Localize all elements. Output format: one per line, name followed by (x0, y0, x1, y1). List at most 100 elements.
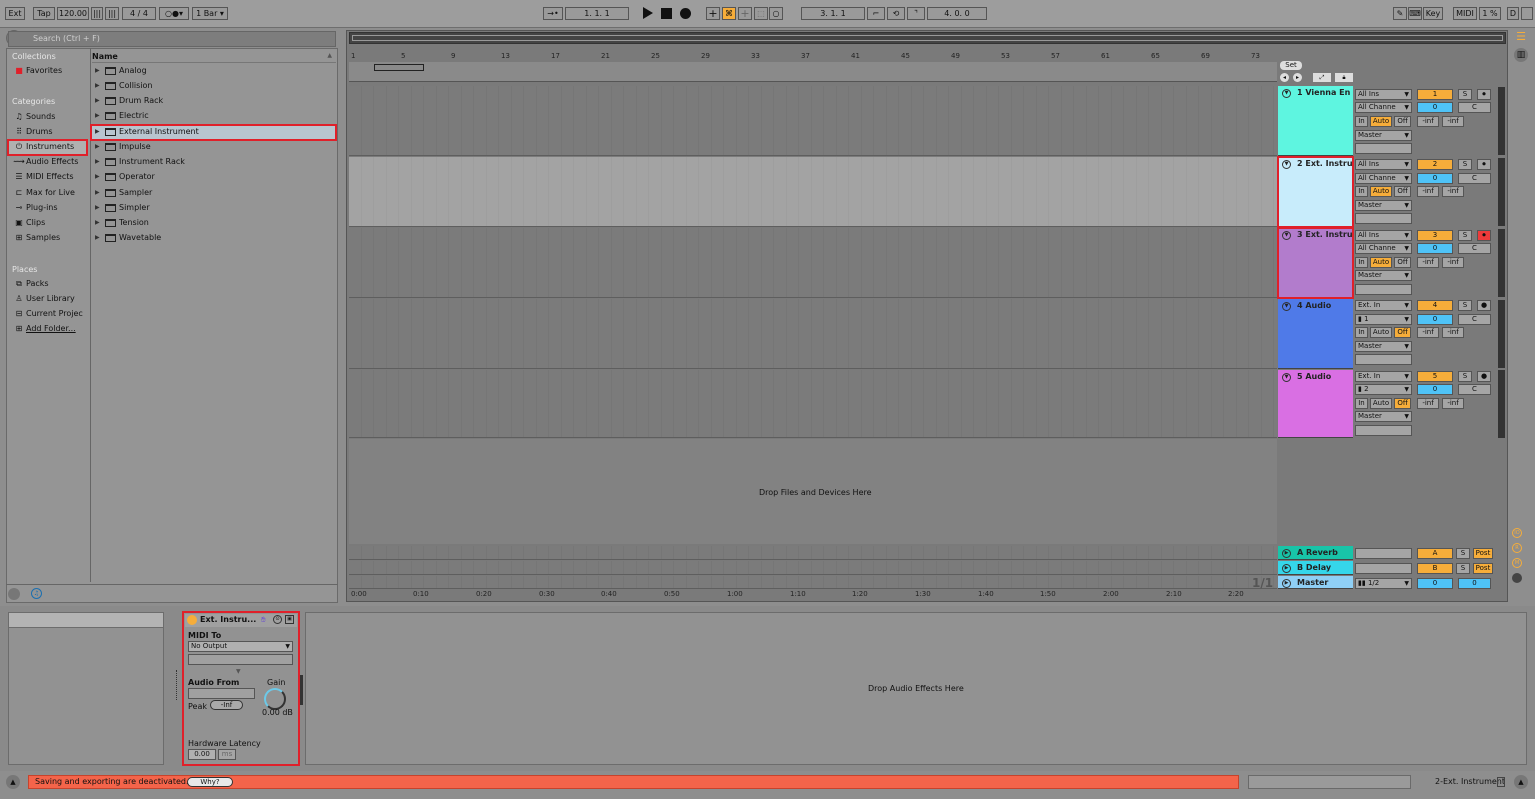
loop-length-field[interactable]: 4. 0. 0 (927, 7, 987, 20)
track-activator-button[interactable]: 2 (1417, 159, 1453, 170)
solo-button[interactable]: S (1458, 159, 1472, 170)
peak-meter-right[interactable]: -inf (1442, 116, 1464, 127)
track-activator-button[interactable]: 3 (1417, 230, 1453, 241)
monitor-in-button[interactable]: In (1355, 116, 1368, 127)
nudge-up-button[interactable]: ||| (105, 7, 119, 20)
monitor-auto-button[interactable]: Auto (1370, 116, 1392, 127)
audio-from-menu[interactable] (188, 688, 255, 699)
io-toggle-icon[interactable]: IO (1512, 528, 1522, 538)
input-type-menu[interactable]: Ext. In (1355, 371, 1412, 382)
sidebar-item-midi-effects[interactable]: ☰ MIDI Effects (8, 170, 88, 184)
monitor-auto-button[interactable]: Auto (1370, 398, 1392, 409)
capture-midi-button[interactable]: ⬚ (754, 7, 768, 20)
record-button[interactable] (680, 8, 691, 19)
arm-button[interactable]: ⏺ (1477, 89, 1491, 100)
pan-field[interactable]: C (1458, 384, 1491, 395)
monitor-auto-button[interactable]: Auto (1370, 327, 1392, 338)
metronome-button[interactable]: ○●▾ (159, 7, 189, 20)
master-lane[interactable] (349, 576, 1277, 589)
monitor-off-button[interactable]: Off (1394, 398, 1411, 409)
return-header-a[interactable]: ▶ A Reverb (1278, 546, 1353, 560)
monitor-in-button[interactable]: In (1355, 257, 1368, 268)
arm-button[interactable]: ⏺ (1477, 159, 1491, 170)
monitor-off-button[interactable]: Off (1394, 327, 1411, 338)
list-item[interactable]: ▶ Analog (92, 64, 336, 78)
tempo-field[interactable]: 120.00 (57, 7, 89, 20)
volume-field[interactable]: 0 (1417, 243, 1453, 254)
prev-locator-icon[interactable]: ◂ (1280, 73, 1289, 82)
return-lane-b[interactable] (349, 561, 1277, 575)
punch-in-button[interactable]: ⌐ (867, 7, 885, 20)
sidebar-item-samples[interactable]: ⊞ Samples (8, 231, 88, 245)
output-menu[interactable]: Master (1355, 130, 1412, 141)
volume-field[interactable]: 0 (1417, 314, 1453, 325)
midi-map-button[interactable]: MIDI (1453, 7, 1477, 20)
fold-icon[interactable]: ▼ (1282, 89, 1291, 98)
session-record-button[interactable]: ○ (769, 7, 783, 20)
monitor-in-button[interactable]: In (1355, 327, 1368, 338)
quantize-menu[interactable]: 1 Bar ▾ (192, 7, 228, 20)
peak-meter-left[interactable]: -inf (1417, 116, 1439, 127)
sidebar-item-favorites[interactable]: ■ Favorites (8, 64, 88, 78)
time-signature-field[interactable]: 4 / 4 (122, 7, 156, 20)
loop-brace-lane[interactable] (349, 62, 1277, 82)
overdub-button[interactable]: + (706, 7, 720, 20)
list-item[interactable]: ▶ Simpler (92, 201, 336, 215)
detail-toggle-icon[interactable] (1497, 777, 1505, 787)
solo-button[interactable]: S (1458, 300, 1472, 311)
return-output-menu[interactable] (1355, 563, 1412, 574)
track-lane-2-selected[interactable] (349, 157, 1277, 227)
return-output-menu[interactable] (1355, 548, 1412, 559)
monitor-off-button[interactable]: Off (1394, 186, 1411, 197)
name-column-header[interactable]: Name ▲ (92, 52, 336, 63)
master-volume-field[interactable]: 0 (1417, 578, 1453, 589)
browser-search-input[interactable]: Search (Ctrl + F) (8, 31, 336, 47)
preview-toggle-icon[interactable] (8, 588, 20, 600)
list-item[interactable]: ▶ Electric (92, 109, 336, 123)
output-channel-menu[interactable] (1355, 213, 1412, 224)
song-position-field[interactable]: 1. 1. 1 (565, 7, 629, 20)
solo-button[interactable]: S (1456, 563, 1470, 574)
peak-meter-left[interactable]: -inf (1417, 327, 1439, 338)
monitor-off-button[interactable]: Off (1394, 116, 1411, 127)
draw-mode-button[interactable]: ✎ (1393, 7, 1407, 20)
solo-button[interactable]: S (1458, 371, 1472, 382)
sidebar-item-drums[interactable]: ⠿ Drums (8, 125, 88, 139)
monitor-in-button[interactable]: In (1355, 398, 1368, 409)
sidebar-item-clips[interactable]: ▣ Clips (8, 216, 88, 230)
midi-channel-menu[interactable] (188, 654, 293, 665)
peak-meter-right[interactable]: -inf (1442, 398, 1464, 409)
input-type-menu[interactable]: All Ins (1355, 159, 1412, 170)
arrangement-view-icon[interactable]: ☰ (1514, 30, 1528, 44)
output-menu[interactable]: Master (1355, 411, 1412, 422)
input-channel-menu[interactable]: ▮ 1 (1355, 314, 1412, 325)
headphone-icon[interactable]: ♫ (31, 588, 42, 599)
peak-meter-left[interactable]: -inf (1417, 398, 1439, 409)
list-item[interactable]: ▶ Wavetable (92, 231, 336, 245)
beat-ruler[interactable]: 1 5 9 13 17 21 25 29 33 37 41 45 49 53 5… (349, 52, 1277, 62)
lock-icon[interactable]: 🔒︎ (1335, 73, 1353, 82)
output-channel-menu[interactable] (1355, 143, 1412, 154)
list-item[interactable]: ▶ Operator (92, 170, 336, 184)
output-menu[interactable]: Master (1355, 200, 1412, 211)
loop-button[interactable]: ⟲ (887, 7, 905, 20)
list-item[interactable]: ▶ Sampler (92, 186, 336, 200)
returns-toggle-icon[interactable]: R (1512, 543, 1522, 553)
post-button[interactable]: Post (1473, 563, 1493, 574)
mixer-toggle-icon[interactable]: M (1512, 558, 1522, 568)
stop-button[interactable] (661, 8, 672, 19)
pan-field[interactable]: C (1458, 173, 1491, 184)
fold-icon[interactable]: ▼ (1282, 373, 1291, 382)
fold-icon[interactable]: ▶ (1282, 549, 1291, 558)
sidebar-item-audio-effects[interactable]: ⟿ Audio Effects (8, 155, 88, 169)
set-locator-button[interactable]: Set (1280, 61, 1302, 70)
list-item[interactable]: ▶ Instrument Rack (92, 155, 336, 169)
collapse-arrow-icon[interactable]: ▼ (236, 668, 241, 675)
pan-field[interactable]: C (1458, 243, 1491, 254)
fold-icon[interactable]: ▶ (1282, 564, 1291, 573)
peak-meter-right[interactable]: -inf (1442, 186, 1464, 197)
solo-button[interactable]: S (1458, 89, 1472, 100)
track-activator-button[interactable]: 4 (1417, 300, 1453, 311)
return-activator-button[interactable]: A (1417, 548, 1453, 559)
output-channel-menu[interactable] (1355, 354, 1412, 365)
